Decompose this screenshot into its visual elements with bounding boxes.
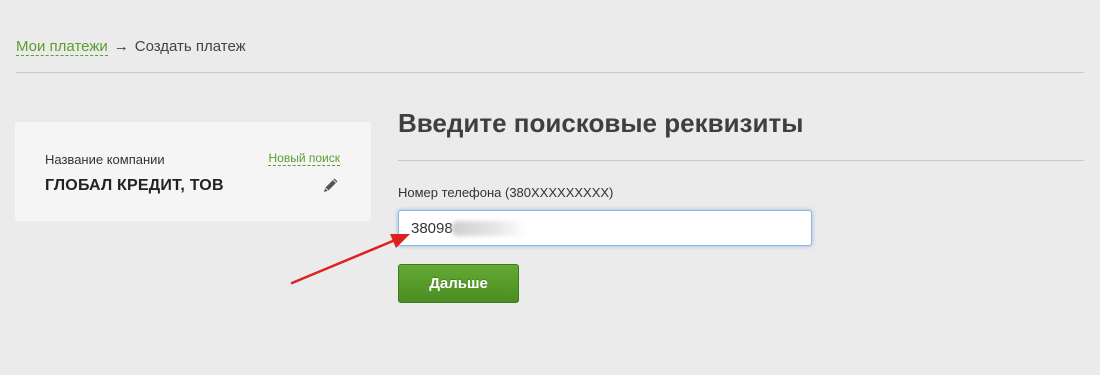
breadcrumb-current: Создать платеж [134,38,246,55]
title-divider [398,160,1084,161]
company-label: Название компании [45,152,165,167]
redacted-digits-blur [451,221,527,236]
pencil-icon[interactable] [321,175,341,195]
breadcrumb: Мои платежи → Создать платеж [16,38,246,56]
breadcrumb-link-my-payments[interactable]: Мои платежи [16,38,108,56]
top-divider [16,72,1084,73]
company-card: Название компании Новый поиск ГЛОБАЛ КРЕ… [15,122,371,221]
company-name: ГЛОБАЛ КРЕДИТ, ТОВ [45,177,224,194]
phone-field-label: Номер телефона (380XXXXXXXXX) [398,185,614,200]
next-button[interactable]: Дальше [398,264,519,303]
new-search-link[interactable]: Новый поиск [268,151,340,166]
page-title: Введите поисковые реквизиты [398,108,804,138]
breadcrumb-separator: → [113,38,129,55]
